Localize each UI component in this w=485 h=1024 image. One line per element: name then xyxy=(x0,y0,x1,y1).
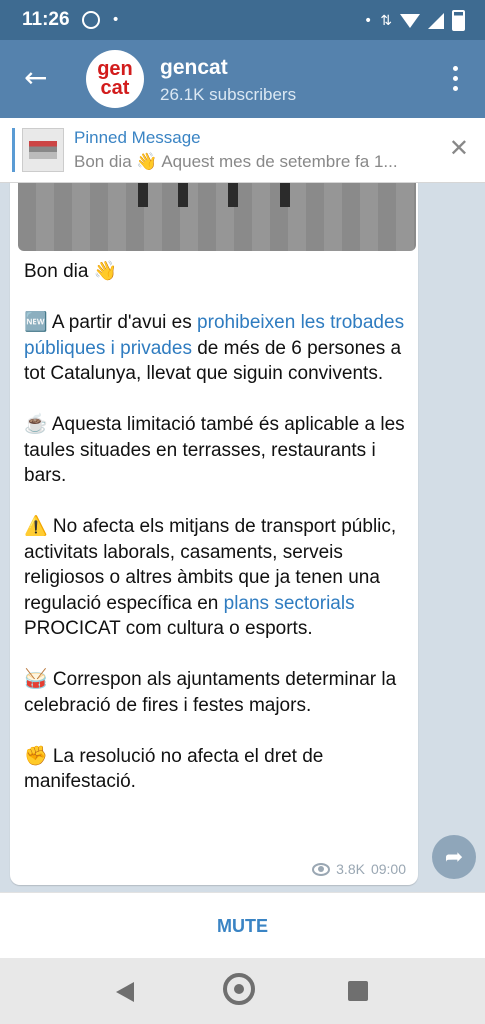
view-count: 3.8K xyxy=(336,861,365,877)
message-meta: 3.8K 09:00 xyxy=(312,861,406,877)
avatar[interactable]: gen cat xyxy=(86,50,144,108)
signal-icon xyxy=(428,12,444,29)
notification-dot: • xyxy=(111,12,120,28)
pinned-thumbnail xyxy=(22,128,64,172)
eye-icon xyxy=(312,862,331,876)
status-time: 11:26 xyxy=(22,9,70,30)
message-photo[interactable] xyxy=(18,183,416,251)
paragraph-2: ☕ Aquesta limitació també és aplicable a… xyxy=(24,414,405,486)
wifi-icon xyxy=(400,13,420,28)
chat-area[interactable]: Bon dia 👋 🆕 A partir d'avui es prohibeix… xyxy=(0,183,485,892)
link-plans-sectorials[interactable]: plans sectorials xyxy=(224,593,355,614)
status-icons: • ⇅ xyxy=(364,10,465,31)
status-bar: 11:26 • • ⇅ xyxy=(0,0,485,40)
system-nav-bar xyxy=(0,958,485,1024)
share-arrow-icon[interactable]: ➦ xyxy=(432,835,476,879)
message-bubble[interactable]: Bon dia 👋 🆕 A partir d'avui es prohibeix… xyxy=(10,183,418,885)
nav-recent-icon[interactable] xyxy=(348,981,368,1001)
pinned-title: Pinned Message xyxy=(74,128,201,147)
message-text: Bon dia 👋 🆕 A partir d'avui es prohibeix… xyxy=(24,259,416,795)
data-arrows-icon: ⇅ xyxy=(380,12,392,29)
arrow-left-icon[interactable]: ← xyxy=(24,64,47,92)
close-icon[interactable]: ✕ xyxy=(449,136,469,160)
subscriber-count: 26.1K subscribers xyxy=(160,85,297,104)
mute-bar[interactable]: MUTE xyxy=(0,892,485,959)
vertical-dots-icon[interactable] xyxy=(453,66,459,91)
paragraph-5: ✊ La resolució no afecta el dret de mani… xyxy=(24,745,324,793)
nav-back-icon[interactable] xyxy=(116,982,134,1002)
greeting: Bon dia 👋 xyxy=(24,261,118,282)
avatar-text-bottom: cat xyxy=(100,77,130,99)
whatsapp-icon xyxy=(81,11,100,29)
nav-home-icon[interactable] xyxy=(223,973,255,1005)
paragraph-4: 🥁 Correspon als ajuntaments determinar l… xyxy=(24,669,397,716)
message-time: 09:00 xyxy=(370,861,406,877)
channel-title[interactable]: gencat xyxy=(160,56,228,80)
status-dot: • xyxy=(364,12,373,29)
pinned-text: Bon dia 👋 Aquest mes de setembre fa 1... xyxy=(74,152,398,171)
pinned-message-bar[interactable]: Pinned Message Bon dia 👋 Aquest mes de s… xyxy=(0,118,485,183)
paragraph-1: 🆕 A partir d'avui es prohibeixen les tro… xyxy=(24,312,405,384)
battery-icon xyxy=(452,10,465,31)
pinned-accent xyxy=(12,128,15,172)
paragraph-3: ⚠️ No afecta els mitjans de transport pú… xyxy=(24,516,397,639)
channel-header: ← gen cat gencat 26.1K subscribers xyxy=(0,40,485,118)
mute-button[interactable]: MUTE xyxy=(217,916,268,937)
